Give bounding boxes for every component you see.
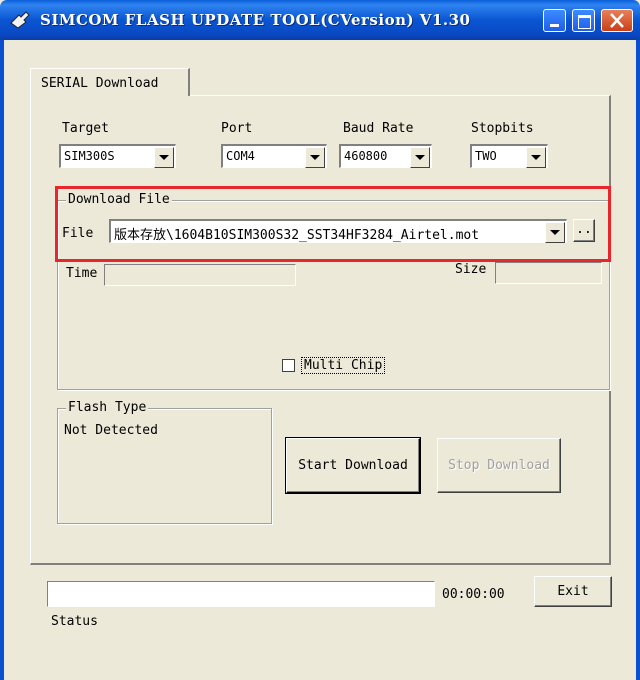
time-label: Time [66, 266, 98, 281]
status-label: Status [51, 614, 98, 629]
window-frame-left [0, 40, 4, 680]
stopbits-select[interactable]: TWO [470, 144, 548, 168]
progress-bar [47, 581, 435, 607]
tab-serial-download[interactable]: SERIAL Download [30, 68, 190, 96]
window-title: SIMCOM FLASH UPDATE TOOL(CVersion) V1.30 [40, 11, 471, 29]
maximize-button[interactable] [572, 9, 595, 32]
stopbits-value: TWO [475, 149, 497, 163]
chevron-down-icon[interactable] [305, 147, 325, 168]
window-frame-right [636, 40, 640, 680]
baud-rate-select[interactable]: 460800 [339, 144, 432, 168]
baud-rate-value: 460800 [344, 149, 388, 163]
multi-chip-checkbox[interactable] [282, 359, 295, 372]
chevron-down-icon[interactable] [526, 147, 546, 168]
time-field [104, 264, 296, 286]
chevron-down-icon[interactable] [410, 147, 430, 168]
chevron-down-icon[interactable] [154, 147, 174, 168]
close-button[interactable] [601, 9, 633, 32]
elapsed-time: 00:00:00 [442, 587, 505, 602]
size-field [495, 262, 602, 284]
multi-chip-label[interactable]: Multi Chip [301, 357, 386, 374]
stopbits-label: Stopbits [471, 121, 534, 136]
highlight-box [55, 186, 611, 262]
minimize-icon [550, 24, 559, 27]
baud-rate-label: Baud Rate [343, 121, 414, 136]
size-label: Size [455, 262, 487, 277]
port-value: COM4 [226, 149, 255, 163]
minimize-button[interactable] [543, 9, 566, 32]
flash-type-group-title: Flash Type [66, 400, 149, 415]
target-select[interactable]: SIM300S [59, 144, 176, 168]
port-select[interactable]: COM4 [221, 144, 327, 168]
start-download-button[interactable]: Start Download [285, 437, 421, 494]
flash-type-value: Not Detected [64, 423, 158, 438]
close-icon [610, 13, 624, 28]
target-label: Target [62, 121, 109, 136]
exit-button[interactable]: Exit [534, 576, 612, 607]
port-label: Port [221, 121, 253, 136]
app-icon [10, 11, 30, 29]
maximize-icon [578, 15, 591, 29]
target-value: SIM300S [64, 149, 115, 163]
stop-download-button[interactable]: Stop Download [437, 438, 561, 493]
